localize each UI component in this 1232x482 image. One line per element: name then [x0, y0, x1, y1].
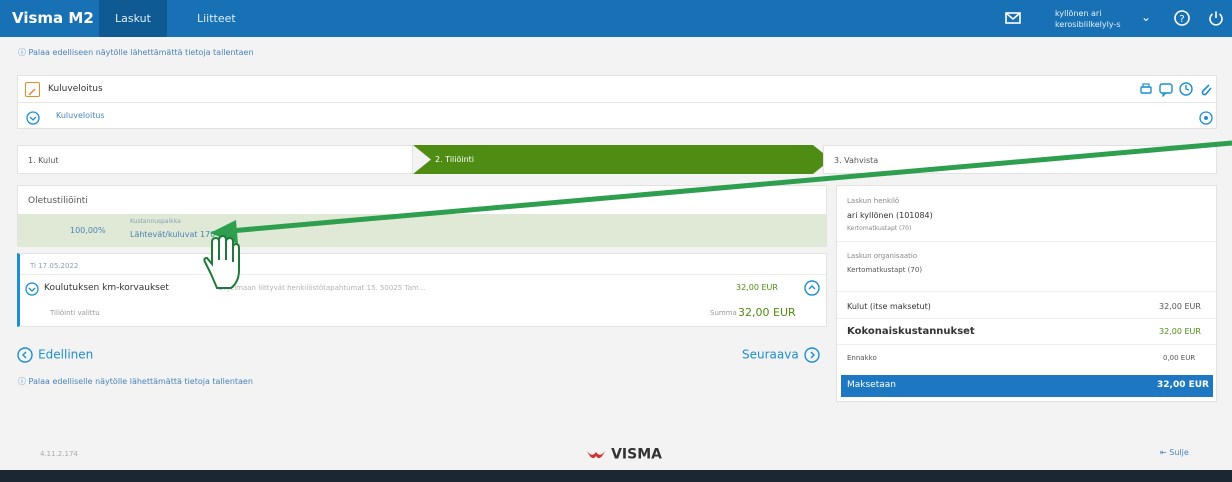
annotation-arrow-line — [229, 140, 1232, 234]
hand-cursor-icon — [197, 232, 247, 296]
annotation-overlay — [210, 140, 1232, 244]
